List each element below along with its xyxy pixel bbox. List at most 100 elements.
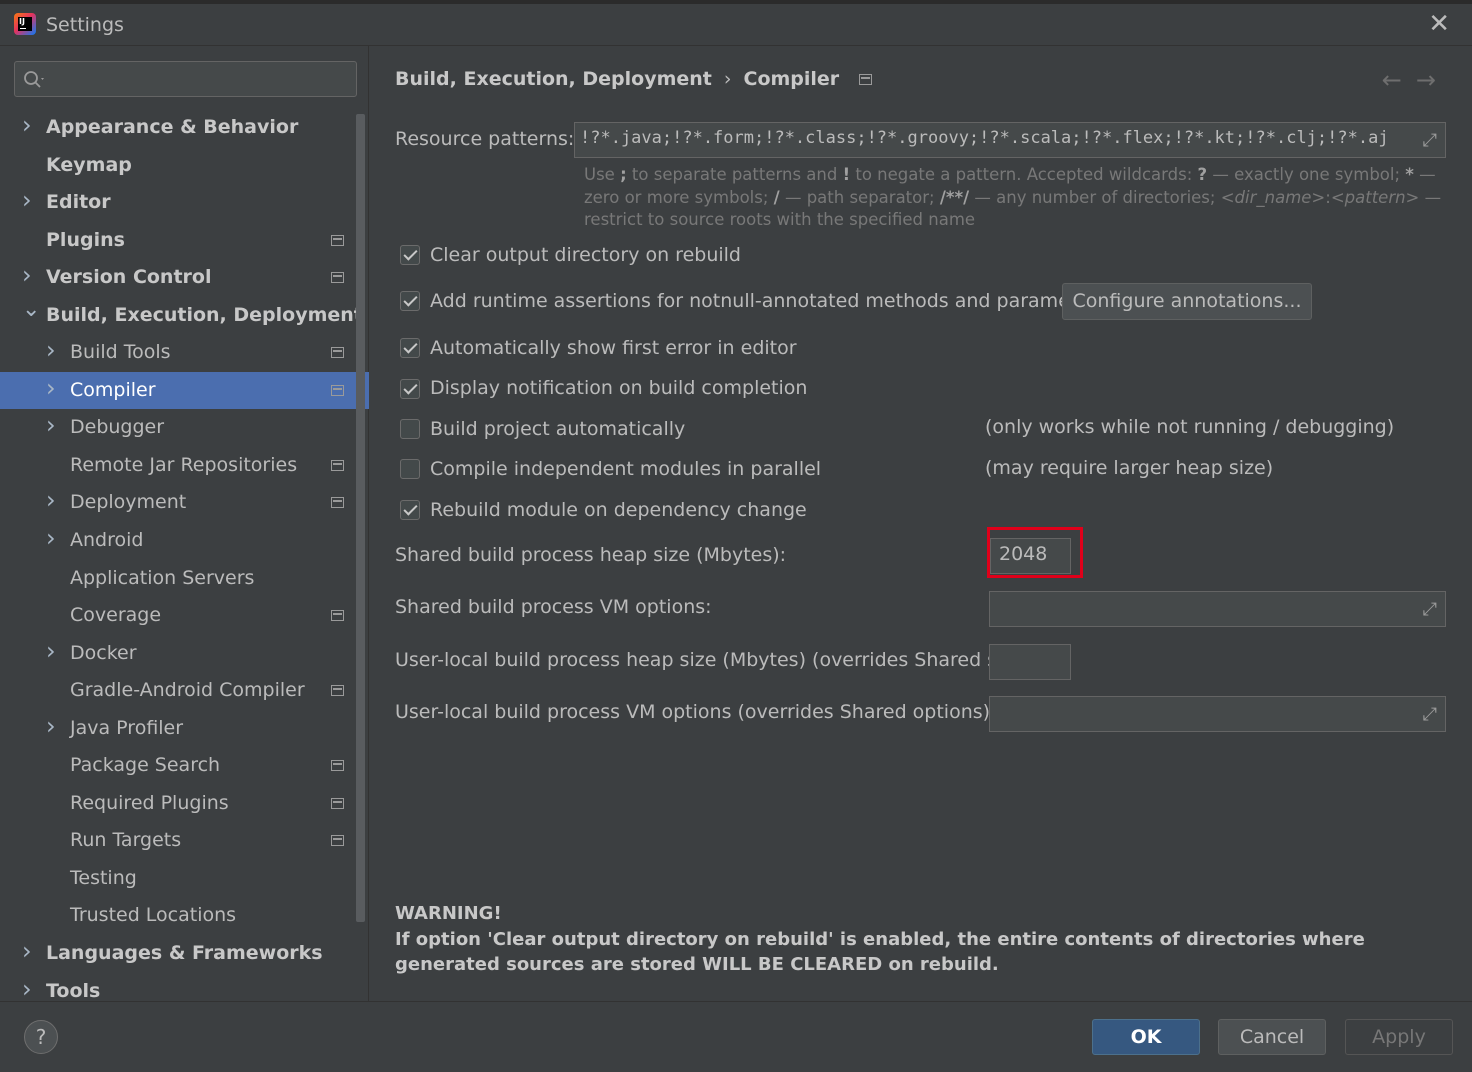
sidebar-item-deployment[interactable]: › Deployment — [0, 484, 356, 522]
sidebar-item-required-plugins[interactable]: Required Plugins — [0, 785, 356, 823]
sidebar-item-label: Languages & Frameworks — [46, 942, 323, 965]
rebuild-dependency-checkbox[interactable] — [400, 500, 420, 520]
close-icon[interactable]: ✕ — [1428, 10, 1450, 38]
expand-icon[interactable]: ⤢ — [1423, 599, 1437, 620]
sidebar-item-label: Java Profiler — [70, 716, 184, 739]
title-bar: IJ Settings ✕ — [0, 4, 1472, 46]
warning-message: WARNING! If option 'Clear output directo… — [395, 901, 1445, 978]
local-vm-input[interactable]: ⤢ — [989, 696, 1446, 732]
build-automatically-note: (only works while not running / debuggin… — [985, 416, 1395, 438]
chevron-right-icon[interactable]: › — [46, 370, 62, 408]
sidebar-item-coverage[interactable]: Coverage — [0, 597, 356, 635]
sidebar-item-label: Application Servers — [70, 566, 255, 589]
expand-icon[interactable]: ⤢ — [1423, 130, 1437, 151]
project-level-icon — [331, 760, 344, 772]
intellij-app-icon: IJ — [14, 13, 36, 35]
cancel-button[interactable]: Cancel — [1218, 1019, 1326, 1055]
sidebar-item-package-search[interactable]: Package Search — [0, 747, 356, 785]
show-first-error-checkbox[interactable] — [400, 338, 420, 358]
sidebar-item-label: Docker — [70, 641, 137, 664]
sidebar-item-docker[interactable]: › Docker — [0, 635, 356, 673]
breadcrumb-parent[interactable]: Build, Execution, Deployment — [395, 68, 712, 90]
local-heap-input[interactable] — [989, 644, 1071, 680]
sidebar-item-label: Deployment — [70, 491, 187, 514]
sidebar-item-keymap[interactable]: Keymap — [0, 147, 356, 185]
rebuild-dependency-label[interactable]: Rebuild module on dependency change — [430, 499, 807, 521]
sidebar-item-run-targets[interactable]: Run Targets — [0, 822, 356, 860]
chevron-down-icon[interactable]: ⌄ — [22, 291, 40, 329]
project-level-icon — [331, 835, 344, 847]
sidebar-item-label: Trusted Locations — [70, 904, 237, 927]
sidebar-item-label: Testing — [70, 866, 137, 889]
chevron-right-icon[interactable]: › — [46, 633, 62, 671]
sidebar-item-testing[interactable]: Testing — [0, 860, 356, 898]
resource-patterns-input[interactable]: !?*.java;!?*.form;!?*.class;!?*.groovy;!… — [574, 122, 1446, 158]
search-input[interactable] — [14, 61, 357, 97]
sidebar-item-label: Compiler — [70, 378, 156, 401]
chevron-right-icon[interactable]: › — [46, 407, 62, 445]
sidebar-item-gradle-android-compiler[interactable]: Gradle-Android Compiler — [0, 672, 356, 710]
expand-icon[interactable]: ⤢ — [1423, 704, 1437, 725]
shared-heap-label: Shared build process heap size (Mbytes): — [395, 544, 787, 566]
project-level-icon — [331, 384, 344, 396]
local-vm-label: User-local build process VM options (ove… — [395, 701, 997, 723]
runtime-assertions-checkbox[interactable] — [400, 291, 420, 311]
chevron-right-icon[interactable]: › — [46, 708, 62, 746]
sidebar-scrollbar[interactable] — [356, 114, 365, 922]
sidebar-item-editor[interactable]: › Editor — [0, 184, 356, 222]
project-level-icon — [859, 74, 873, 85]
sidebar-item-label: Android — [70, 529, 144, 552]
notify-completion-label[interactable]: Display notification on build completion — [430, 377, 807, 399]
sidebar-item-label: Version Control — [46, 266, 212, 289]
back-arrow-icon[interactable]: ← — [1382, 66, 1416, 94]
warning-text: If option 'Clear output directory on reb… — [395, 928, 1365, 976]
sidebar-item-remote-jar-repositories[interactable]: Remote Jar Repositories — [0, 447, 356, 485]
build-automatically-label[interactable]: Build project automatically — [430, 418, 685, 440]
project-level-icon — [331, 797, 344, 809]
project-level-icon — [331, 497, 344, 509]
apply-button[interactable]: Apply — [1345, 1019, 1453, 1055]
shared-vm-label: Shared build process VM options: — [395, 596, 712, 618]
chevron-right-icon[interactable]: › — [22, 182, 38, 220]
sidebar-item-java-profiler[interactable]: › Java Profiler — [0, 710, 356, 748]
sidebar-item-label: Debugger — [70, 416, 165, 439]
build-automatically-checkbox[interactable] — [400, 419, 420, 439]
chevron-right-icon[interactable]: › — [46, 482, 62, 520]
sidebar-item-build-execution-deployment[interactable]: ⌄ Build, Execution, Deployment — [0, 297, 363, 335]
sidebar-item-plugins[interactable]: Plugins — [0, 222, 356, 260]
search-icon — [24, 71, 44, 88]
chevron-right-icon[interactable]: › — [46, 520, 62, 558]
sidebar-item-label: Remote Jar Repositories — [70, 453, 298, 476]
show-first-error-label[interactable]: Automatically show first error in editor — [430, 337, 797, 359]
shared-vm-input[interactable]: ⤢ — [989, 591, 1446, 627]
chevron-right-icon[interactable]: › — [22, 257, 38, 295]
runtime-assertions-label[interactable]: Add runtime assertions for notnull-annot… — [430, 290, 1107, 312]
sidebar-item-label: Run Targets — [70, 829, 182, 852]
configure-annotations-button[interactable]: Configure annotations... — [1062, 283, 1312, 320]
chevron-right-icon[interactable]: › — [46, 332, 62, 370]
sidebar-item-build-tools[interactable]: › Build Tools — [0, 334, 356, 372]
parallel-compile-checkbox[interactable] — [400, 459, 420, 479]
sidebar-item-version-control[interactable]: › Version Control — [0, 259, 356, 297]
sidebar-item-application-servers[interactable]: Application Servers — [0, 560, 356, 598]
highlight-box — [987, 527, 1083, 578]
resource-patterns-value: !?*.java;!?*.form;!?*.class;!?*.groovy;!… — [580, 128, 1389, 148]
sidebar-item-compiler[interactable]: › Compiler — [0, 370, 369, 410]
clear-output-checkbox[interactable] — [400, 245, 420, 265]
clear-output-label[interactable]: Clear output directory on rebuild — [430, 244, 741, 266]
ok-button[interactable]: OK — [1092, 1019, 1200, 1055]
sidebar-item-label: Coverage — [70, 604, 162, 627]
sidebar-item-label: Package Search — [70, 754, 221, 777]
forward-arrow-icon[interactable]: → — [1416, 66, 1450, 94]
sidebar-item-appearance-behavior[interactable]: › Appearance & Behavior — [0, 109, 356, 147]
window-title: Settings — [46, 14, 124, 36]
sidebar-item-android[interactable]: › Android — [0, 522, 356, 560]
parallel-compile-label[interactable]: Compile independent modules in parallel — [430, 458, 821, 480]
help-button[interactable]: ? — [24, 1020, 58, 1054]
sidebar-item-trusted-locations[interactable]: Trusted Locations — [0, 897, 356, 935]
chevron-right-icon[interactable]: › — [22, 933, 38, 971]
chevron-right-icon[interactable]: › — [22, 107, 38, 145]
sidebar-item-debugger[interactable]: › Debugger — [0, 409, 356, 447]
sidebar-item-languages-frameworks[interactable]: › Languages & Frameworks — [0, 935, 356, 973]
notify-completion-checkbox[interactable] — [400, 379, 420, 399]
